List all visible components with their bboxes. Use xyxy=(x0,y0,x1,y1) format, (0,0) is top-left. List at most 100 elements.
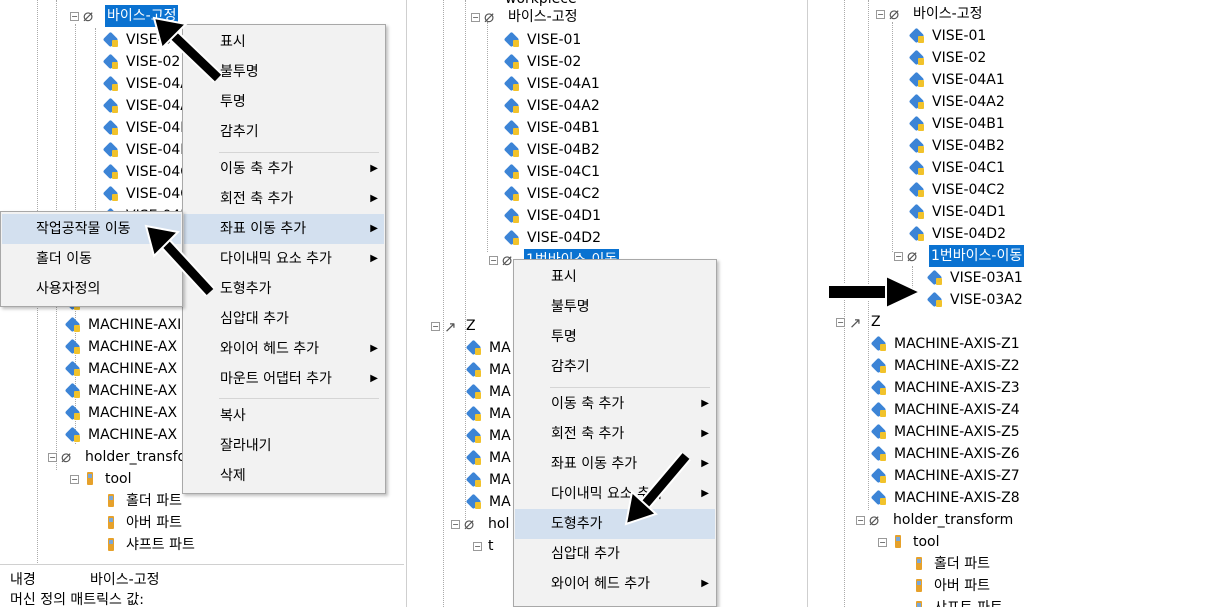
tree-node-axis[interactable]: − Z xyxy=(431,315,478,338)
tree-node-axis-part[interactable]: MA xyxy=(467,425,513,447)
menu-item-add-rotary-axis[interactable]: 회전 축 추가 ▶ xyxy=(515,419,715,449)
menu-item-add-rotary-axis[interactable]: 회전 축 추가 ▶ xyxy=(184,184,384,214)
menu-item-opaque[interactable]: 불투명 xyxy=(515,292,715,322)
menu-item-hide[interactable]: 감추기 xyxy=(515,352,715,382)
tree-node-axis-part[interactable]: MACHINE-AXIS-Z6 xyxy=(872,443,1022,465)
tree-node-axis-part[interactable]: MA xyxy=(467,403,513,425)
tree-node-part[interactable]: VISE-04D1 xyxy=(910,201,1008,223)
tree-node-part[interactable]: VISE-04B1 xyxy=(910,113,1007,135)
collapse-icon[interactable]: − xyxy=(878,537,887,547)
tree-node-part[interactable]: VISE-04D1 xyxy=(505,205,603,227)
tree-node-part[interactable]: VISE-02 xyxy=(505,51,583,73)
tree-node-part[interactable]: VISE-04B xyxy=(104,117,192,139)
tree-node-tool[interactable]: − tool xyxy=(70,468,134,490)
tree-node-part[interactable]: VISE-04B xyxy=(104,139,192,161)
tree-node-part[interactable]: VISE-04C xyxy=(104,183,192,205)
tree-node-part[interactable]: VISE-04C2 xyxy=(505,183,602,205)
tree-node-group[interactable]: − 바이스-고정 xyxy=(471,6,579,28)
tree-node-part[interactable]: VISE-04C1 xyxy=(910,157,1007,179)
tree-node-holder[interactable]: − holder_transfo xyxy=(48,446,188,468)
collapse-icon[interactable]: − xyxy=(48,452,57,462)
collapse-icon[interactable]: − xyxy=(856,515,865,525)
tree-node-part[interactable]: VISE-04D2 xyxy=(505,227,603,249)
group-label[interactable]: 1번바이스-이동 xyxy=(929,245,1025,267)
menu-item-add-linear-axis[interactable]: 이동 축 추가 ▶ xyxy=(515,389,715,419)
tree-node-axis-part[interactable]: MA xyxy=(467,381,513,403)
tree-node-moved-part[interactable]: VISE-03A2 xyxy=(928,289,1025,311)
tree-node-part[interactable]: VISE-04A xyxy=(104,95,192,117)
collapse-icon[interactable]: − xyxy=(876,9,885,19)
tree-node-part[interactable]: VISE-01 xyxy=(505,29,583,51)
menu-item-show[interactable]: 표시 xyxy=(515,262,715,292)
part-icon xyxy=(467,472,483,488)
tree-node-part[interactable]: VISE-04A2 xyxy=(910,91,1007,113)
tree-node-axis-part[interactable]: MACHINE-AXIS-Z1 xyxy=(872,333,1022,355)
tree-node-tool-part[interactable]: 샤프트 파트 xyxy=(912,597,1005,607)
tree-node-part[interactable]: VISE-04C2 xyxy=(910,179,1007,201)
menu-item-copy[interactable]: 복사 xyxy=(184,401,384,431)
tree-node-moved-part[interactable]: VISE-03A1 xyxy=(928,267,1025,289)
tree-node-part[interactable]: VISE-01 xyxy=(910,25,988,47)
tree-node-axis-part[interactable]: MA xyxy=(467,469,513,491)
menu-item-transparent[interactable]: 투명 xyxy=(515,322,715,352)
menu-item-delete[interactable]: 삭제 xyxy=(184,461,384,491)
tree-node-axis-part[interactable]: MACHINE-AXIS-Z3 xyxy=(872,377,1022,399)
collapse-icon[interactable]: − xyxy=(70,11,79,21)
group-icon xyxy=(61,446,79,468)
tree-node-group[interactable]: − 바이스-고정 xyxy=(876,3,984,25)
tree-node-axis-part[interactable]: MACHINE-AX xyxy=(66,358,179,380)
tree-node-axis-part[interactable]: MACHINE-AX xyxy=(66,336,179,358)
tree-node-axis-part[interactable]: MACHINE-AXIS-Z4 xyxy=(872,399,1022,421)
tree-node-axis-part[interactable]: MA xyxy=(467,491,513,513)
tree-node-tool-part[interactable]: 아버 파트 xyxy=(912,575,992,597)
collapse-icon[interactable]: − xyxy=(836,317,845,327)
tree-node-axis-part[interactable]: MACHINE-AX xyxy=(66,424,179,446)
menu-item-hide[interactable]: 감추기 xyxy=(184,117,384,147)
tree-node-part[interactable]: VISE-04A1 xyxy=(505,73,602,95)
tree-node-axis-part[interactable]: MACHINE-AXIS-Z8 xyxy=(872,487,1022,509)
collapse-icon[interactable]: − xyxy=(473,541,482,551)
collapse-icon[interactable]: − xyxy=(894,251,903,261)
collapse-icon[interactable]: − xyxy=(451,519,460,529)
tree-node-axis-part[interactable]: MA xyxy=(467,447,513,469)
collapse-icon[interactable]: − xyxy=(489,255,498,265)
tree-node-axis-part[interactable]: MA xyxy=(467,337,513,359)
tree-node-part[interactable]: VISE-04B2 xyxy=(505,139,602,161)
tree-node-tool-part[interactable]: 아버 파트 xyxy=(104,512,184,534)
menu-item-add-tailstock[interactable]: 심압대 추가 xyxy=(515,539,715,569)
menu-item-cut[interactable]: 잘라내기 xyxy=(184,431,384,461)
collapse-icon[interactable]: − xyxy=(70,474,79,484)
tree-node-axis-part[interactable]: MACHINE-AXIS xyxy=(66,314,192,336)
tree-node-part[interactable]: VISE-04C xyxy=(104,161,192,183)
tree-node-part[interactable]: VISE-02 xyxy=(910,47,988,69)
tree-node-tool[interactable]: − tool xyxy=(878,531,942,553)
tree-node-part[interactable]: VISE-04A1 xyxy=(910,69,1007,91)
menu-item-add-tailstock[interactable]: 심압대 추가 xyxy=(184,304,384,334)
tree-node-axis[interactable]: − Z xyxy=(836,311,883,334)
tree-node-part[interactable]: VISE-04B1 xyxy=(505,117,602,139)
tree-node-axis-part[interactable]: MACHINE-AXIS-Z5 xyxy=(872,421,1022,443)
tree-node-holder[interactable]: − holder_transform xyxy=(856,509,1015,531)
tree-node-part[interactable]: VISE-04C1 xyxy=(505,161,602,183)
menu-item-transparent[interactable]: 투명 xyxy=(184,87,384,117)
tree-node-part[interactable]: VISE-04D2 xyxy=(910,223,1008,245)
tree-node-tool-part[interactable]: 샤프트 파트 xyxy=(104,534,197,556)
collapse-icon[interactable]: − xyxy=(431,321,440,331)
tree-node-group-selected[interactable]: − 1번바이스-이동 xyxy=(894,245,1025,267)
tree-node-axis-part[interactable]: MACHINE-AXIS-Z2 xyxy=(872,355,1022,377)
tree-node-tool-part[interactable]: 홀더 파트 xyxy=(104,490,184,512)
tree-node-axis-part[interactable]: MA xyxy=(467,359,513,381)
menu-item-add-linear-axis[interactable]: 이동 축 추가 ▶ xyxy=(184,154,384,184)
tree-node-tool[interactable]: − t xyxy=(473,535,496,557)
tree-node-axis-part[interactable]: MACHINE-AX xyxy=(66,402,179,424)
tree-node-part[interactable]: VISE-04B2 xyxy=(910,135,1007,157)
menu-item-add-mount-adapter[interactable]: 마운트 어댑터 추가 ▶ xyxy=(184,364,384,394)
tree-node-axis-part[interactable]: MACHINE-AX xyxy=(66,380,179,402)
tree-node-tool-part[interactable]: 홀더 파트 xyxy=(912,553,992,575)
tree-node-axis-part[interactable]: MACHINE-AXIS-Z7 xyxy=(872,465,1022,487)
tree-node-part[interactable]: VISE-04A2 xyxy=(505,95,602,117)
menu-item-add-wire-head[interactable]: 와이어 헤드 추가 ▶ xyxy=(184,334,384,364)
menu-item-add-wire-head[interactable]: 와이어 헤드 추가 ▶ xyxy=(515,569,715,599)
tree-node-holder[interactable]: − hol xyxy=(451,513,511,535)
collapse-icon[interactable]: − xyxy=(471,12,480,22)
